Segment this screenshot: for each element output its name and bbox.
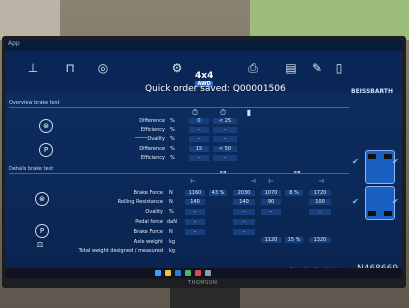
app-icon[interactable]	[205, 270, 211, 276]
details-row-label: Axle weight	[133, 239, 163, 245]
page-title: Quick order saved: Q00001506	[145, 84, 286, 94]
details-cell: -	[233, 229, 255, 235]
details-cell: -	[233, 219, 255, 225]
axle-icon: ⊶	[219, 168, 227, 176]
overview-cell: -	[189, 155, 209, 161]
app-icon[interactable]	[195, 270, 201, 276]
axle-icon: ⊶	[293, 168, 301, 176]
details-row-unit: kg	[169, 248, 176, 254]
details-cell: 90	[261, 199, 281, 205]
overview-section-title: Overview brake test	[9, 100, 60, 106]
parking-brake-icon: P	[39, 143, 53, 157]
details-cell: 2030	[233, 190, 255, 196]
parking-brake-icon: P	[35, 224, 49, 238]
check-icon: ✔	[352, 157, 359, 166]
document-icon[interactable]: ▯	[329, 61, 349, 77]
overview-row-label: Ovality	[147, 136, 165, 142]
details-cell: 8 %	[285, 190, 303, 196]
overview-cell: 15	[189, 146, 209, 152]
details-cell: -	[309, 209, 331, 215]
details-cell: 1120	[261, 237, 281, 243]
details-cell: 100	[309, 199, 331, 205]
axle-icon[interactable]: ⊓	[60, 61, 80, 77]
browser-icon[interactable]	[175, 270, 181, 276]
details-row-unit: N	[169, 199, 173, 205]
check-icon: ✔	[352, 197, 359, 206]
brake-disc-icon: ⊛	[39, 119, 53, 133]
window-title: App	[8, 40, 20, 47]
details-row-label: Brake Force	[133, 229, 163, 235]
overview-row-label: Difference	[139, 118, 165, 124]
overview-row-unit: %	[170, 146, 175, 152]
monitor-stand	[170, 288, 240, 308]
monitor-brand: THOMSON	[188, 280, 218, 286]
details-row-unit: %	[169, 209, 174, 215]
details-row-label: Rolling Resistance	[117, 199, 163, 205]
details-cell: -	[261, 209, 281, 215]
details-cell: 1320	[309, 237, 331, 243]
window-titlebar: App	[5, 40, 402, 51]
overview-row-label: Efficiency	[140, 155, 165, 161]
overview-cell: -	[213, 155, 237, 161]
details-cell: 15 %	[285, 237, 303, 243]
brand-logo: BEISSBARTH	[351, 88, 393, 95]
car-lift-icon[interactable]: ⊥	[23, 61, 43, 77]
wheel-icon[interactable]: ◎	[93, 61, 113, 77]
details-row-unit: kg	[169, 239, 176, 245]
overview-row-unit: %	[170, 136, 175, 142]
mode-label: 4x4	[195, 71, 214, 81]
details-cell: 140	[185, 199, 205, 205]
details-cell: 1160	[185, 190, 205, 196]
details-cell: 1070	[261, 190, 281, 196]
overview-cell: 0	[189, 118, 209, 124]
indicator-icon: ▮	[246, 108, 252, 117]
brake-disc-icon: ⊛	[35, 192, 49, 206]
details-cell: -	[185, 209, 205, 215]
divider	[9, 107, 349, 108]
overview-row-label: Efficiency	[140, 127, 165, 133]
details-cell: 43 %	[209, 190, 227, 196]
vehicle-front-axle-graphic	[365, 150, 395, 184]
overview-row-unit: %	[170, 118, 175, 124]
background-window	[250, 0, 409, 40]
details-cell: 140	[233, 199, 255, 205]
print-icon[interactable]: ⎙	[243, 61, 263, 77]
report-icon[interactable]: ▤	[281, 61, 301, 77]
folder-icon[interactable]	[165, 270, 171, 276]
check-icon: ✔	[392, 197, 399, 206]
details-row-label: Pedal force	[135, 219, 163, 225]
app-screen: App ⊥ ⊓ ◎ ⚙ 4x4 AWD ⎙ ▤ ✎ ▯ Quick order …	[5, 40, 402, 278]
check-icon: ✔	[392, 157, 399, 166]
overview-row-unit: %	[170, 127, 175, 133]
overview-row-label: Difference	[139, 146, 165, 152]
brake-test-icon[interactable]: ⚙	[167, 61, 187, 77]
details-row-unit: N	[169, 229, 173, 235]
edit-icon[interactable]: ✎	[307, 61, 327, 77]
overview-cell: -	[189, 127, 209, 133]
overview-cell: -	[213, 127, 237, 133]
details-cell: -	[185, 219, 205, 225]
details-cell: -	[185, 229, 205, 235]
details-row-unit: daN	[167, 219, 177, 225]
background-wall-panel	[0, 0, 60, 40]
details-row-label: Ovality	[145, 209, 163, 215]
details-row-unit: N	[169, 190, 173, 196]
vehicle-rear-axle-graphic	[365, 186, 395, 220]
overview-cell: -	[213, 136, 237, 142]
details-row-label: Total weight designed / measured	[78, 248, 163, 254]
start-icon[interactable]	[155, 270, 161, 276]
details-cell: 1720	[309, 190, 331, 196]
overview-cell: < 50	[213, 146, 237, 152]
overview-cell: < 25	[213, 118, 237, 124]
details-cell: -	[233, 209, 255, 215]
details-section-title: Details brake test	[9, 166, 54, 172]
overview-cell: -	[189, 136, 209, 142]
details-row-label: Brake Force	[133, 190, 163, 196]
app-icon[interactable]	[185, 270, 191, 276]
taskbar	[5, 268, 402, 278]
overview-row-unit: %	[170, 155, 175, 161]
